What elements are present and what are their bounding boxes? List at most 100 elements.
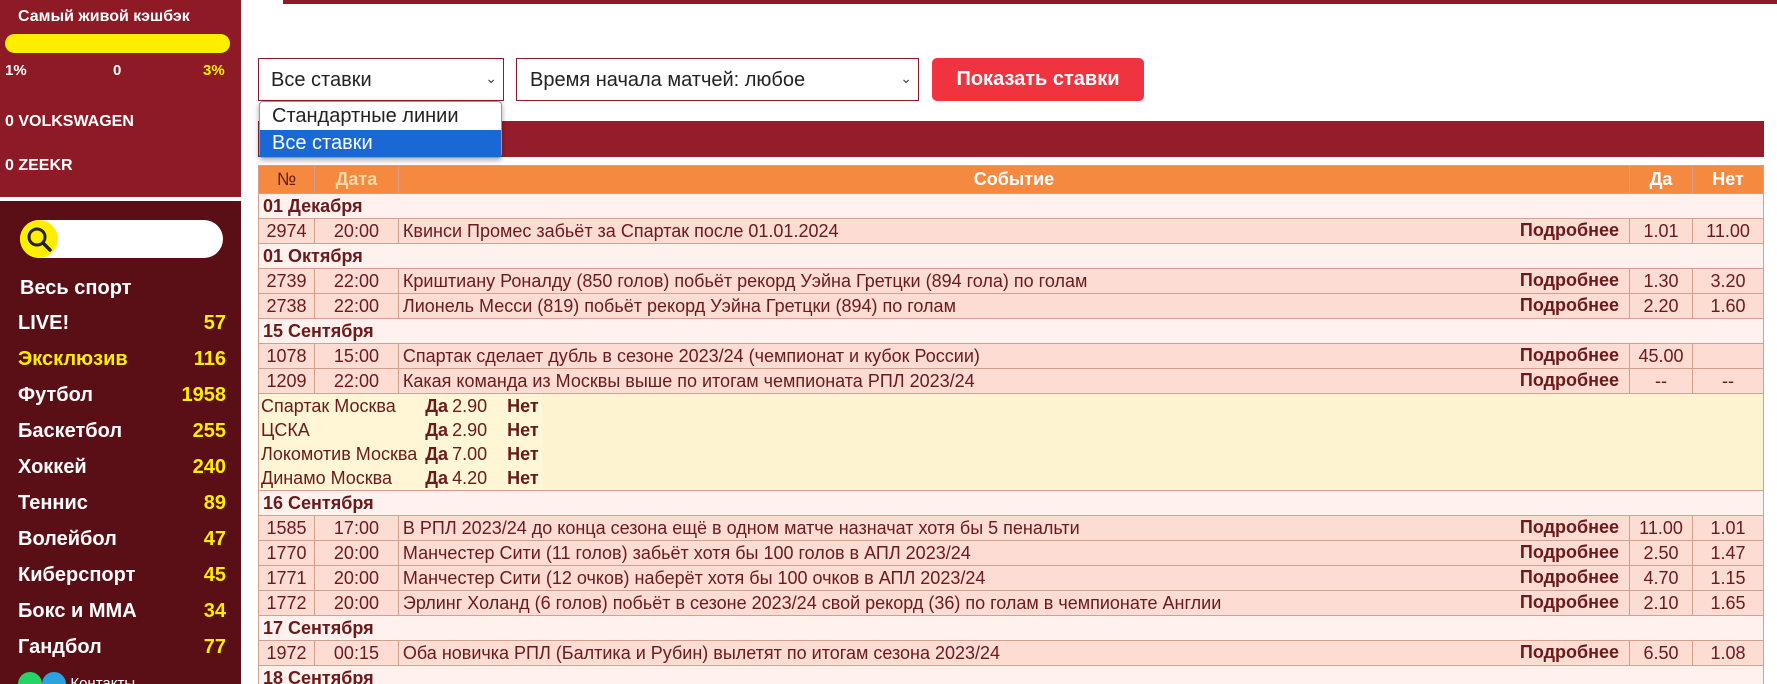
odds-no[interactable]: 11.00 (1692, 218, 1764, 244)
whatsapp-icon[interactable] (18, 672, 42, 684)
bet-number: 1078 (258, 343, 315, 369)
bet-event-cell: Эрлинг Холанд (6 голов) побьёт в сезоне … (397, 590, 1631, 616)
more-link[interactable]: Подробнее (1520, 517, 1619, 538)
sidebar-contacts[interactable]: Контакты (18, 672, 135, 684)
odds-yes[interactable]: -- (1629, 368, 1693, 394)
bet-event: Манчестер Сити (11 голов) забьёт хотя бы… (402, 542, 971, 563)
bet-number: 1972 (258, 640, 315, 666)
sidebar-item-count: 1958 (181, 384, 227, 406)
sub-option-odds[interactable]: 7.00 (450, 442, 490, 466)
bet-time: 15:00 (313, 343, 399, 369)
chevron-down-icon: ⌄ (485, 70, 497, 86)
contacts-label: Контакты (70, 674, 136, 684)
bet-time: 17:00 (313, 515, 399, 541)
more-link[interactable]: Подробнее (1520, 220, 1619, 241)
top-banner[interactable] (283, 0, 1777, 4)
odds-no[interactable]: 1.47 (1692, 540, 1764, 566)
table-row: 1209 22:00 Какая команда из Москвы выше … (258, 368, 1764, 394)
more-link[interactable]: Подробнее (1520, 295, 1619, 316)
bet-event: Манчестер Сити (12 очков) наберёт хотя б… (402, 567, 986, 588)
telegram-icon[interactable] (42, 672, 67, 684)
sidebar-item-hockey[interactable]: Хоккей 240 (18, 456, 226, 486)
search-input[interactable] (64, 226, 214, 252)
sub-option-no-label[interactable]: Нет (489, 418, 543, 442)
odds-no[interactable]: 1.65 (1692, 590, 1764, 616)
sub-option-odds[interactable]: 4.20 (450, 466, 490, 490)
sidebar-item-basketball[interactable]: Баскетбол 255 (18, 420, 226, 450)
odds-yes[interactable]: 2.10 (1629, 590, 1693, 616)
sub-option-no-label[interactable]: Нет (489, 394, 543, 418)
odds-no[interactable]: 1.01 (1692, 515, 1764, 541)
bet-time: 20:00 (313, 590, 399, 616)
odds-yes[interactable]: 1.01 (1629, 218, 1693, 244)
bet-event-cell: Манчестер Сити (11 голов) забьёт хотя бы… (397, 540, 1631, 566)
col-header-num: № (258, 165, 315, 194)
cashback-min-percent: 1% (5, 62, 27, 79)
more-link[interactable]: Подробнее (1520, 542, 1619, 563)
cashback-block[interactable]: Самый живой кэшбэк 1% 0 3% 0 VOLKSWAGEN … (0, 0, 241, 197)
sidebar-item-esports[interactable]: Киберспорт 45 (18, 564, 226, 594)
more-link[interactable]: Подробнее (1520, 642, 1619, 663)
odds-yes[interactable]: 2.50 (1629, 540, 1693, 566)
sidebar-divider (0, 197, 241, 201)
more-link[interactable]: Подробнее (1520, 345, 1619, 366)
odds-no[interactable] (1692, 343, 1764, 369)
sidebar-all-sports[interactable]: Весь спорт (20, 277, 131, 300)
table-row: 1585 17:00 В РПЛ 2023/24 до конца сезона… (258, 515, 1764, 541)
dropdown-option-standard-lines[interactable]: Стандартные линии (260, 103, 501, 130)
bet-number: 1772 (258, 590, 315, 616)
odds-no[interactable]: 3.20 (1692, 268, 1764, 294)
search-icon[interactable] (20, 220, 58, 258)
odds-yes[interactable]: 11.00 (1629, 515, 1693, 541)
sidebar-item-football[interactable]: Футбол 1958 (18, 384, 226, 414)
bet-time: 00:15 (313, 640, 399, 666)
odds-yes[interactable]: 6.50 (1629, 640, 1693, 666)
more-link[interactable]: Подробнее (1520, 270, 1619, 291)
sidebar-item-count: 77 (203, 636, 226, 658)
odds-no[interactable]: 1.60 (1692, 293, 1764, 319)
bet-time: 22:00 (313, 293, 399, 319)
cashback-count: 0 (113, 62, 122, 79)
odds-no[interactable]: 1.08 (1692, 640, 1764, 666)
sidebar-item-label: Бокс и ММА (18, 600, 137, 622)
start-time-select[interactable]: Время начала матчей: любое ⌄ (516, 58, 919, 101)
day-label: 15 Сентября (258, 318, 1764, 344)
sub-option-team: Спартак Москва (259, 394, 420, 418)
sidebar-item-count: 255 (192, 420, 226, 442)
sidebar-item-live[interactable]: LIVE! 57 (18, 312, 226, 342)
sidebar-item-volleyball[interactable]: Волейбол 47 (18, 528, 226, 558)
sub-option-odds[interactable]: 2.90 (450, 394, 490, 418)
sidebar-item-label: LIVE! (18, 312, 70, 334)
bet-event: Криштиану Роналду (850 голов) побьёт рек… (402, 270, 1088, 291)
odds-no[interactable]: 1.15 (1692, 565, 1764, 591)
bet-type-dropdown: Стандартные линии Все ставки (259, 101, 502, 158)
table-row: 2739 22:00 Криштиану Роналду (850 голов)… (258, 268, 1764, 294)
odds-yes[interactable]: 2.20 (1629, 293, 1693, 319)
sub-option-no-label[interactable]: Нет (489, 466, 543, 490)
show-bets-button[interactable]: Показать ставки (932, 58, 1144, 101)
odds-yes[interactable]: 1.30 (1629, 268, 1693, 294)
bet-number: 1771 (258, 565, 315, 591)
col-header-date[interactable]: Дата (313, 165, 399, 194)
sub-option-yes-label: Да (419, 442, 451, 466)
sidebar-item-handball[interactable]: Гандбол 77 (18, 636, 226, 666)
odds-no[interactable]: -- (1692, 368, 1764, 394)
bet-event: Лионель Месси (819) побьёт рекорд Уэйна … (402, 295, 956, 316)
bet-event: Оба новичка РПЛ (Балтика и Рубин) вылетя… (402, 642, 1001, 663)
sidebar-item-exclusive[interactable]: Эксклюзив 116 (18, 348, 226, 378)
more-link[interactable]: Подробнее (1520, 592, 1619, 613)
bet-type-select[interactable]: Все ставки ⌄ (258, 58, 504, 101)
day-row: 01 Декабря (258, 193, 1764, 219)
more-link[interactable]: Подробнее (1520, 370, 1619, 391)
sub-option-team: ЦСКА (259, 418, 420, 442)
sub-option-odds[interactable]: 2.90 (450, 418, 490, 442)
odds-yes[interactable]: 45.00 (1629, 343, 1693, 369)
sidebar-item-boxing-mma[interactable]: Бокс и ММА 34 (18, 600, 226, 630)
sub-option-no-label[interactable]: Нет (489, 442, 543, 466)
table-row: 1772 20:00 Эрлинг Холанд (6 голов) побьё… (258, 590, 1764, 616)
dropdown-option-all-bets[interactable]: Все ставки (260, 130, 501, 157)
more-link[interactable]: Подробнее (1520, 567, 1619, 588)
sidebar-item-tennis[interactable]: Теннис 89 (18, 492, 226, 522)
odds-yes[interactable]: 4.70 (1629, 565, 1693, 591)
bet-type-select-value: Все ставки (271, 69, 372, 91)
